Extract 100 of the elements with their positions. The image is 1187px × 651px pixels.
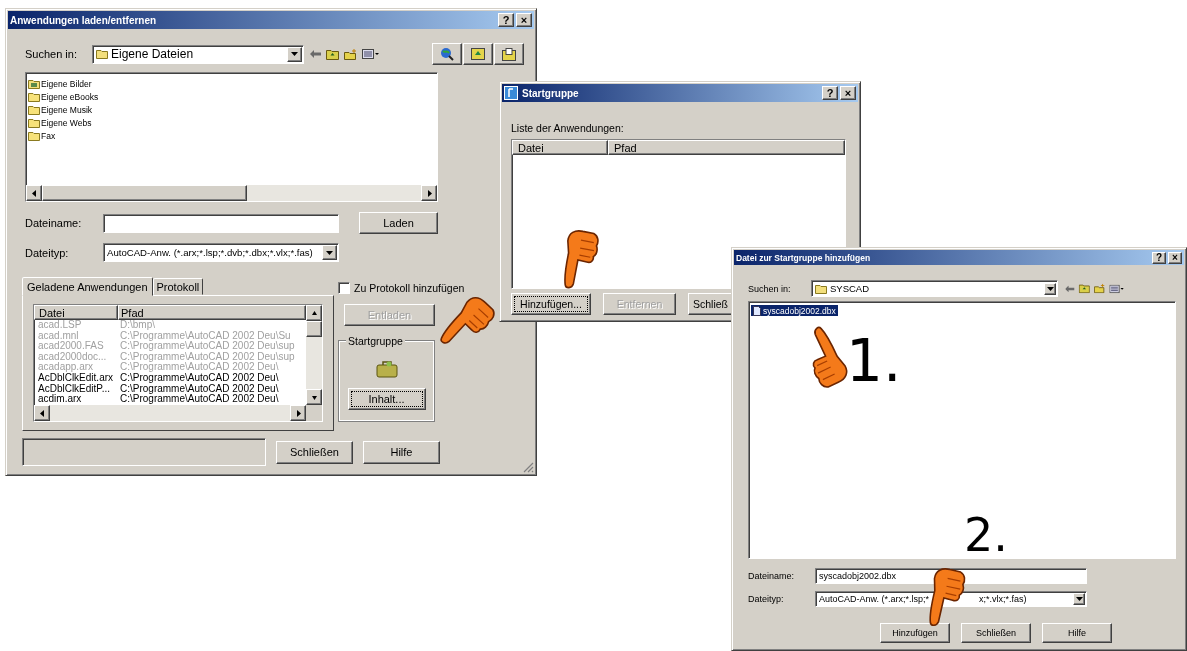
resize-grip-icon[interactable] [522, 461, 534, 473]
left-arrow-icon [31, 189, 37, 197]
table-cell-text: acad.LSP [37, 320, 83, 331]
field-label: Dateiname: [748, 571, 796, 581]
column-header[interactable]: Datei [34, 305, 118, 320]
dropdown-button[interactable] [1044, 282, 1056, 295]
scroll-left-button[interactable] [34, 405, 50, 421]
title-bar-button[interactable]: × [516, 13, 532, 27]
tab[interactable]: Geladene Anwendungen [22, 277, 153, 296]
filename-field[interactable] [103, 213, 339, 233]
title-bar-button[interactable]: × [840, 86, 856, 100]
field-label: Dateityp: [748, 594, 785, 604]
up-arrow-icon [311, 309, 317, 317]
look-in-dropdown[interactable]: Eigene Dateien [92, 44, 304, 64]
view-menu-icon[interactable] [1109, 284, 1124, 293]
back-arrow-icon[interactable] [1065, 285, 1075, 292]
table-cell-text: AcDblClkEditP... [37, 383, 112, 394]
table-cell-text: C:\Programme\AutoCAD 2002 Deu\sup [119, 351, 296, 363]
field-label: Dateityp: [25, 246, 70, 259]
filename-field[interactable]: syscadobj2002.dbx [815, 568, 1087, 584]
title-bar-button[interactable]: × [1168, 251, 1182, 264]
file-item[interactable]: Eigene Webs [28, 116, 435, 129]
file-item[interactable]: Eigene Bilder [28, 77, 435, 90]
file-item[interactable]: syscadobj2002.dbx [751, 305, 838, 316]
table-cell-text: acadapp.arx [37, 362, 94, 373]
filetype-dropdown[interactable]: AutoCAD-Anw. (*.arx;*.lsp;*.dvb;*.dbx;*.vlx;*.fas) [103, 243, 339, 262]
right-arrow-icon [426, 189, 432, 197]
dialog-button[interactable]: Schließen [961, 623, 1031, 643]
dropdown-button[interactable] [322, 245, 337, 260]
dropdown-button[interactable] [1073, 593, 1085, 605]
folder-up-icon[interactable] [1078, 283, 1090, 294]
title-bar-button[interactable]: ? [1152, 251, 1166, 264]
dropdown-button[interactable] [287, 46, 302, 62]
folder-icon [28, 91, 40, 102]
horizontal-scrollbar[interactable] [26, 185, 437, 201]
folder-icon [28, 104, 40, 115]
caret-down-icon [1046, 286, 1054, 291]
table-cell-text: C:\Programme\AutoCAD 2002 Deu\ [119, 362, 279, 373]
new-folder-icon[interactable] [1094, 283, 1106, 294]
dialog-button[interactable]: Hilfe [1042, 623, 1112, 643]
caret-down-icon [326, 250, 333, 255]
table-cell-text: acad2000doc... [37, 351, 108, 362]
column-header[interactable]: Datei [512, 140, 608, 155]
table-cell-text: acad.mnl [37, 330, 80, 341]
briefcase-icon [375, 360, 398, 378]
globe-search-icon [440, 47, 454, 61]
scroll-down-button[interactable] [306, 389, 322, 405]
scroll-right-button[interactable] [421, 185, 437, 201]
horizontal-scrollbar[interactable] [34, 405, 322, 421]
file-item[interactable]: Fax [28, 129, 435, 142]
new-folder-icon[interactable] [344, 48, 357, 60]
view-menu-icon[interactable] [362, 49, 379, 59]
folder-add-icon [502, 47, 516, 61]
table-cell-text: AcDblClkEdit.arx [37, 372, 115, 384]
help-button[interactable]: Hilfe [363, 440, 440, 464]
step-number: 1. [846, 332, 902, 390]
scrollbar-corner [306, 405, 322, 421]
app-icon [504, 86, 518, 100]
caret-down-icon [1075, 597, 1083, 601]
tab[interactable]: Protokoll [152, 278, 204, 295]
scroll-thumb[interactable] [306, 321, 322, 337]
look-in-dropdown[interactable]: SYSCAD [811, 280, 1058, 297]
scroll-thumb[interactable] [42, 185, 247, 201]
toolbar-button[interactable] [494, 43, 524, 65]
toolbar-button[interactable] [432, 43, 462, 65]
scroll-left-button[interactable] [26, 185, 42, 201]
dialog-button[interactable]: Hinzufügen [880, 623, 950, 643]
table-cell-text: C:\Programme\AutoCAD 2002 Deu\ [119, 383, 280, 395]
column-header[interactable]: Pfad [608, 140, 845, 155]
back-arrow-icon[interactable] [310, 50, 321, 58]
window-title: Anwendungen laden/entfernen [10, 14, 157, 26]
filetype-dropdown[interactable]: AutoCAD-Anw. (*.arx;*.lsp;* x;*.vlx;*.fas) [815, 591, 1087, 607]
table-cell-text: acad2000.FAS [37, 341, 105, 352]
title-bar-button[interactable]: ? [498, 13, 514, 27]
vertical-scrollbar[interactable] [306, 305, 322, 405]
field-label: Suchen in: [25, 48, 78, 60]
field-label: Suchen in: [748, 283, 792, 294]
scroll-up-button[interactable] [306, 305, 322, 321]
dialog-button[interactable]: Hinzufügen... [511, 293, 591, 315]
window-title: Datei zur Startgruppe hinzufügen [736, 252, 871, 263]
table-cell-text: C:\Programme\AutoCAD 2002 Deu\ [119, 394, 280, 405]
scroll-right-button[interactable] [290, 405, 306, 421]
load-button[interactable]: Laden [359, 212, 438, 234]
contents-button[interactable]: Inhalt... [347, 388, 426, 410]
column-header[interactable]: Pfad [118, 305, 306, 320]
toolbar-button[interactable] [463, 43, 493, 65]
step-number: 2. [964, 512, 1008, 558]
list-label: Liste der Anwendungen: [511, 122, 625, 134]
close-button[interactable]: Schließen [276, 440, 353, 464]
left-arrow-icon [39, 409, 45, 417]
table-cell-text: C:\Programme\AutoCAD 2002 Deu\ [119, 372, 280, 384]
field-label: Dateiname: [25, 217, 83, 229]
file-item[interactable]: Eigene Musik [28, 103, 435, 116]
file-item[interactable]: Eigene eBooks [28, 90, 435, 103]
protocol-checkbox[interactable]: Zu Protokoll hinzufügen [338, 282, 465, 294]
folder-icon [96, 49, 108, 59]
table-cell-text: C:\Programme\AutoCAD 2002 Deu\sup [119, 341, 296, 352]
folder-up-icon[interactable] [326, 48, 339, 60]
title-bar-button[interactable]: ? [822, 86, 838, 100]
group-title: Startgruppe [346, 335, 405, 347]
